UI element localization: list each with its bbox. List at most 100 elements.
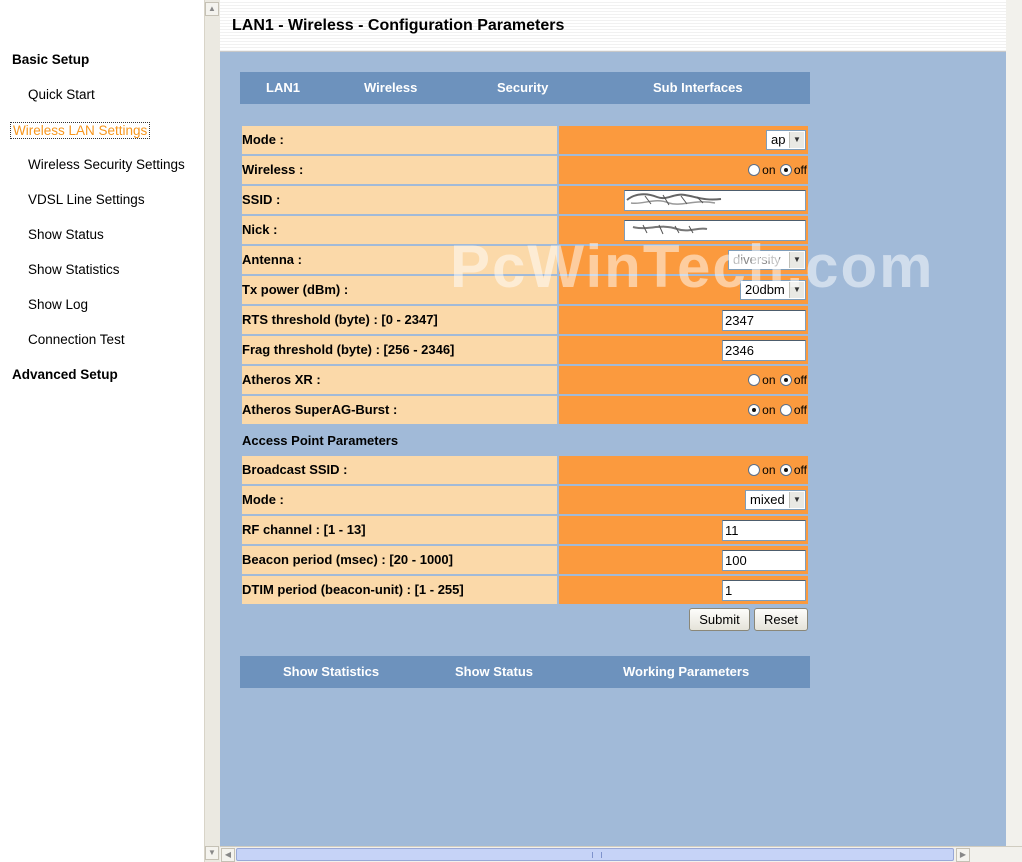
tab-lan1[interactable]: LAN1	[266, 72, 300, 104]
scroll-up-icon[interactable]: ▲	[205, 2, 219, 16]
ap-mode-row: Mode : mixed ▼	[242, 486, 808, 514]
link-working-parameters[interactable]: Working Parameters	[623, 656, 749, 688]
rts-cell: 2347	[559, 306, 808, 334]
antenna-select[interactable]: diversity ▼	[728, 250, 806, 270]
nav-connection-test[interactable]: Connection Test	[28, 332, 125, 347]
nav-show-statistics[interactable]: Show Statistics	[28, 262, 120, 277]
txpower-label: Tx power (dBm) :	[242, 276, 557, 304]
ssid-input[interactable]	[624, 190, 806, 211]
ap-section-title: Access Point Parameters	[242, 433, 399, 448]
mode-select[interactable]: ap ▼	[766, 130, 806, 150]
wireless-on-radio[interactable]	[748, 164, 761, 176]
link-show-status[interactable]: Show Status	[455, 656, 533, 688]
frag-label: Frag threshold (byte) : [256 - 2346]	[242, 336, 557, 364]
txpower-row: Tx power (dBm) : 20dbm ▼	[242, 276, 808, 304]
grip-icon	[592, 852, 602, 858]
wireless-on-label: on	[762, 163, 776, 177]
rts-input[interactable]: 2347	[722, 310, 806, 331]
txpower-select[interactable]: 20dbm ▼	[740, 280, 806, 300]
nick-row: Nick :	[242, 216, 808, 244]
frag-row: Frag threshold (byte) : [256 - 2346] 234…	[242, 336, 808, 364]
rts-label: RTS threshold (byte) : [0 - 2347]	[242, 306, 557, 334]
atheros-xr-label: Atheros XR :	[242, 366, 557, 394]
reset-button[interactable]: Reset	[754, 608, 808, 631]
frame-scrollbar[interactable]: ▲ ▼	[204, 0, 220, 862]
link-show-statistics[interactable]: Show Statistics	[283, 656, 379, 688]
ap-mode-label: Mode :	[242, 486, 557, 514]
broadcast-off-radio[interactable]	[779, 464, 792, 476]
broadcast-off-label: off	[793, 463, 807, 477]
atheros-xr-on-radio[interactable]	[748, 374, 761, 386]
superag-on-radio[interactable]	[748, 404, 761, 416]
broadcast-label: Broadcast SSID :	[242, 456, 557, 484]
tab-security[interactable]: Security	[497, 72, 548, 104]
dtim-label: DTIM period (beacon-unit) : [1 - 255]	[242, 576, 557, 604]
txpower-cell: 20dbm ▼	[559, 276, 808, 304]
broadcast-on-radio[interactable]	[748, 464, 761, 476]
beacon-label: Beacon period (msec) : [20 - 1000]	[242, 546, 557, 574]
channel-label: RF channel : [1 - 13]	[242, 516, 557, 544]
wireless-row: Wireless : on off	[242, 156, 808, 184]
antenna-select-value: diversity	[733, 252, 781, 267]
ap-mode-select[interactable]: mixed ▼	[745, 490, 806, 510]
chevron-down-icon: ▼	[789, 492, 804, 508]
scroll-left-icon[interactable]: ◀	[221, 848, 235, 862]
submit-button[interactable]: Submit	[689, 608, 750, 631]
antenna-row: Antenna : diversity ▼	[242, 246, 808, 274]
atheros-xr-row: Atheros XR : on off	[242, 366, 808, 394]
atheros-xr-off-label: off	[793, 373, 807, 387]
ap-mode-cell: mixed ▼	[559, 486, 808, 514]
scroll-down-icon[interactable]: ▼	[205, 846, 219, 860]
horizontal-scroll-thumb[interactable]	[236, 848, 954, 861]
channel-input[interactable]: 11	[722, 520, 806, 541]
horizontal-scrollbar[interactable]: ◀ ▶	[220, 846, 1022, 862]
channel-row: RF channel : [1 - 13] 11	[242, 516, 808, 544]
tab-bar: LAN1 Wireless Security Sub Interfaces	[240, 72, 810, 104]
nick-input[interactable]	[624, 220, 806, 241]
frag-cell: 2346	[559, 336, 808, 364]
ssid-cell	[559, 186, 808, 214]
superag-cell: on off	[559, 396, 808, 424]
nav-advanced-setup[interactable]: Advanced Setup	[12, 367, 118, 382]
page-title: LAN1 - Wireless - Configuration Paramete…	[232, 17, 565, 34]
wireless-off-radio[interactable]	[779, 164, 792, 176]
atheros-xr-cell: on off	[559, 366, 808, 394]
dtim-cell: 1	[559, 576, 808, 604]
atheros-xr-on-label: on	[762, 373, 776, 387]
dtim-input[interactable]: 1	[722, 580, 806, 601]
broadcast-on-label: on	[762, 463, 776, 477]
superag-off-radio[interactable]	[779, 404, 792, 416]
nav-wireless-lan-settings[interactable]: Wireless LAN Settings	[10, 122, 151, 139]
tab-wireless[interactable]: Wireless	[364, 72, 417, 104]
mode-select-value: ap	[771, 132, 786, 147]
vertical-scrollbar[interactable]	[1006, 0, 1022, 846]
nav-quick-start[interactable]: Quick Start	[28, 87, 95, 102]
nav-show-status[interactable]: Show Status	[28, 227, 104, 242]
mode-cell: ap ▼	[559, 126, 808, 154]
superag-label: Atheros SuperAG-Burst :	[242, 396, 557, 424]
sidebar-nav: Basic Setup Quick Start Wireless LAN Set…	[0, 0, 204, 862]
beacon-cell: 100	[559, 546, 808, 574]
antenna-cell: diversity ▼	[559, 246, 808, 274]
atheros-xr-off-radio[interactable]	[779, 374, 792, 386]
chevron-down-icon: ▼	[789, 132, 804, 148]
wireless-off-label: off	[793, 163, 807, 177]
beacon-input[interactable]: 100	[722, 550, 806, 571]
broadcast-cell: on off	[559, 456, 808, 484]
tab-sub-interfaces[interactable]: Sub Interfaces	[653, 72, 743, 104]
antenna-label: Antenna :	[242, 246, 557, 274]
nav-vdsl-line-settings[interactable]: VDSL Line Settings	[28, 192, 145, 207]
nav-wireless-security-settings[interactable]: Wireless Security Settings	[28, 157, 185, 172]
scroll-right-icon[interactable]: ▶	[956, 848, 970, 862]
frag-input[interactable]: 2346	[722, 340, 806, 361]
nav-basic-setup[interactable]: Basic Setup	[12, 52, 89, 67]
superag-on-label: on	[762, 403, 776, 417]
ssid-row: SSID :	[242, 186, 808, 214]
nav-show-log[interactable]: Show Log	[28, 297, 88, 312]
broadcast-row: Broadcast SSID : on off	[242, 456, 808, 484]
title-bar: LAN1 - Wireless - Configuration Paramete…	[220, 0, 1022, 52]
ap-mode-select-value: mixed	[750, 492, 785, 507]
ssid-label: SSID :	[242, 186, 557, 214]
redaction-scribble-icon	[632, 224, 708, 235]
superag-off-label: off	[793, 403, 807, 417]
